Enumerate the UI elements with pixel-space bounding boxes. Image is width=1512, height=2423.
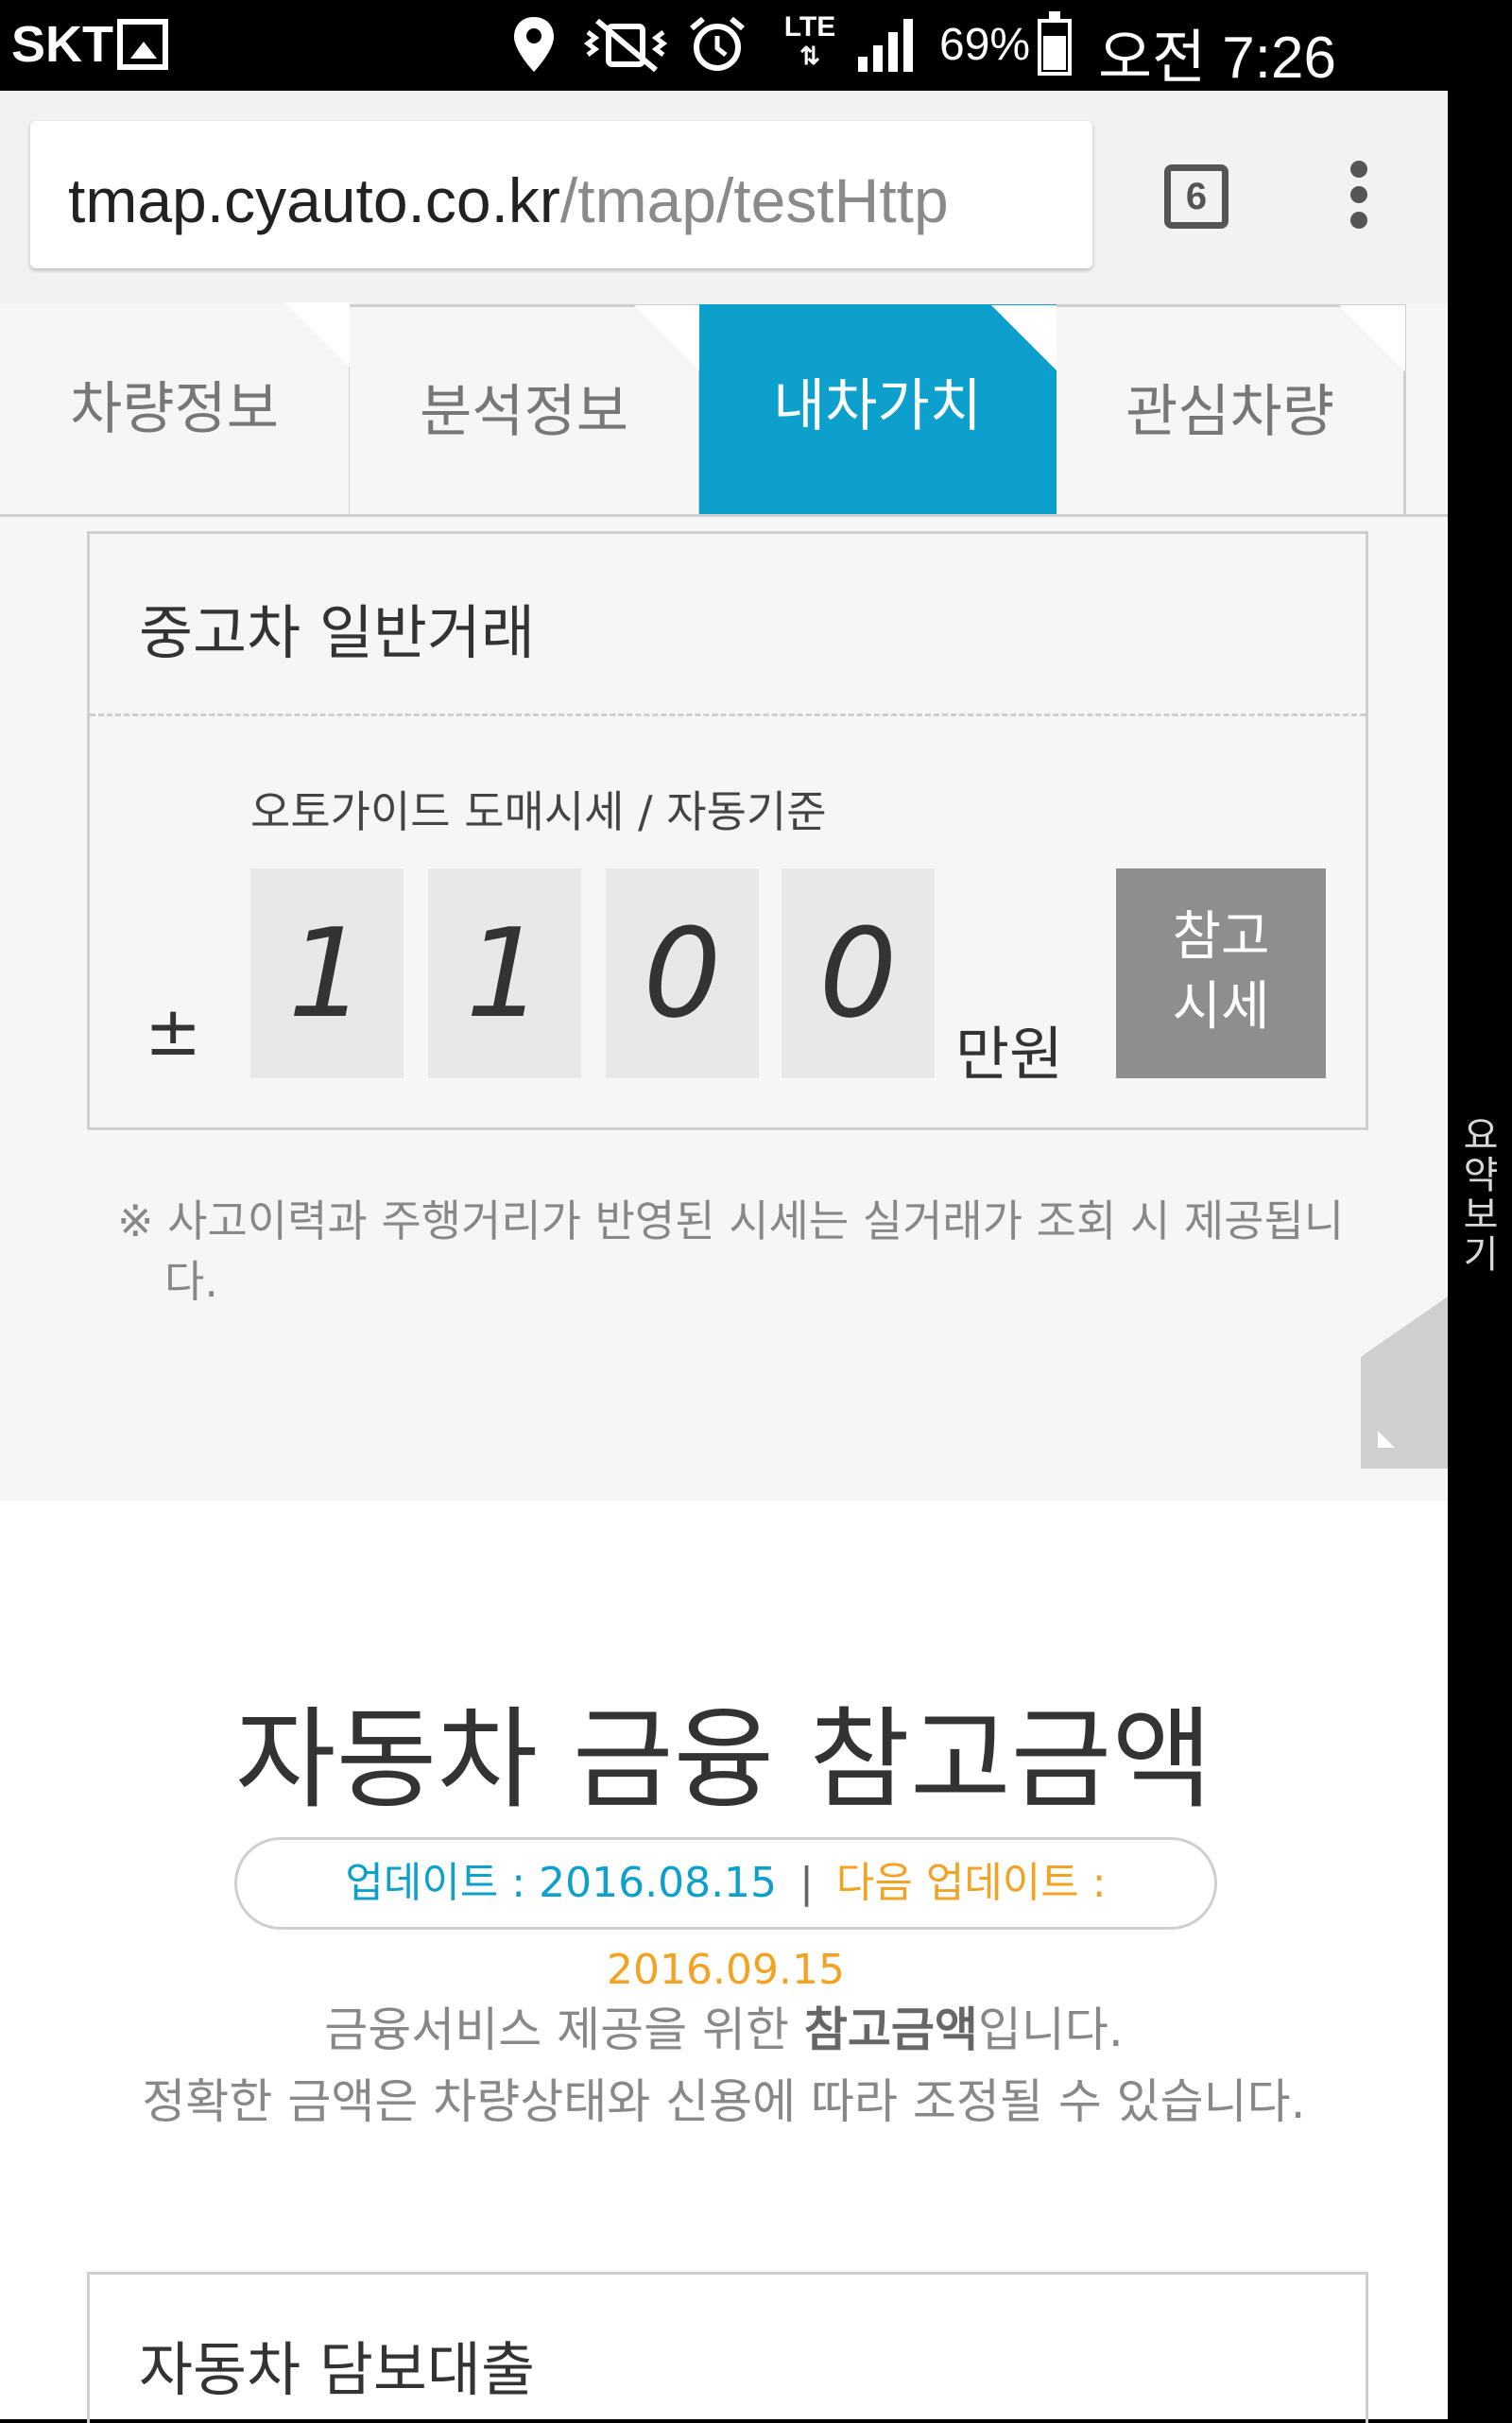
price-digit: 0: [606, 868, 759, 1078]
image-icon: [117, 19, 168, 70]
url-host: tmap.cyauto.co.kr: [68, 165, 560, 235]
overflow-menu-icon[interactable]: [1340, 161, 1378, 236]
reference-price-button[interactable]: 참고 시세: [1116, 868, 1326, 1078]
status-bar: SKT LTE ⇅ 69% 오전 7:26: [0, 0, 1512, 91]
finance-section: 자동차 금융 참고금액 업데이트 : 2016.08.15 | 다음 업데이트 : …: [0, 1501, 1448, 2423]
location-icon: [514, 17, 554, 72]
price-note: ※ 사고이력과 주행거리가 반영된 시세는 실거래가 조회 시 제공됩니다.: [117, 1195, 1345, 1307]
secured-loan-card[interactable]: 자동차 담보대출: [87, 2272, 1368, 2423]
finance-description: 금융서비스 제공을 위한 참고금액입니다.: [324, 2002, 1124, 2057]
page-content: 차량정보 분석정보 내차가치 관심차량 중고차 일반거래 오토가이드 도매시세 …: [0, 302, 1448, 2423]
finance-title: 자동차 금융 참고금액: [234, 1696, 1213, 1824]
update-date: 업데이트 : 2016.08.15: [345, 1859, 778, 1907]
price-unit: 만원: [955, 1020, 1064, 1089]
address-bar[interactable]: tmap.cyauto.co.kr/tmap/testHttp: [30, 121, 1092, 268]
tab-my-car-value[interactable]: 내차가치: [699, 304, 1058, 514]
price-digit: 1: [250, 868, 404, 1078]
plus-minus-sign: ±: [145, 991, 202, 1071]
browser-toolbar: tmap.cyauto.co.kr/tmap/testHttp 6: [0, 91, 1448, 306]
finance-disclaimer: 정확한 금액은 차량상태와 신용에 따라 조정될 수 있습니다.: [142, 2074, 1306, 2129]
battery-icon: [1038, 11, 1072, 76]
update-date-pill: 업데이트 : 2016.08.15 | 다음 업데이트 : 2016.09.15: [234, 1837, 1217, 1994]
used-car-trade-card: 중고차 일반거래 오토가이드 도매시세 / 자동기준 ± 1 1 0 0 만원 …: [87, 531, 1368, 1130]
price-digit: 1: [428, 868, 581, 1078]
clock: 오전 7:26: [1098, 26, 1336, 91]
price-basis-label: 오토가이드 도매시세 / 자동기준: [250, 786, 827, 837]
summary-side-label[interactable]: 요약보기: [1455, 1115, 1504, 1274]
mute-vibrate-icon: [583, 18, 668, 73]
alarm-icon: [690, 16, 745, 71]
tab-analysis-info[interactable]: 분석정보: [350, 304, 701, 514]
battery-percent: 69%: [939, 20, 1031, 70]
page-fold-icon[interactable]: [1361, 1297, 1448, 1469]
signal-icon: [858, 19, 913, 72]
tab-vehicle-info[interactable]: 차량정보: [0, 302, 352, 514]
loan-title: 자동차 담보대출: [139, 2335, 535, 2404]
lte-icon: LTE ⇅: [783, 11, 836, 71]
price-digit: 0: [782, 868, 935, 1078]
section-tabs: 차량정보 분석정보 내차가치 관심차량: [0, 302, 1448, 517]
url-path: /tmap/testHttp: [559, 165, 949, 235]
carrier-label: SKT: [11, 16, 113, 73]
tab-switcher-button[interactable]: 6: [1164, 164, 1228, 229]
tab-favorite-cars[interactable]: 관심차량: [1057, 304, 1406, 514]
dashed-divider: [90, 713, 1366, 716]
card-title: 중고차 일반거래: [139, 598, 535, 667]
